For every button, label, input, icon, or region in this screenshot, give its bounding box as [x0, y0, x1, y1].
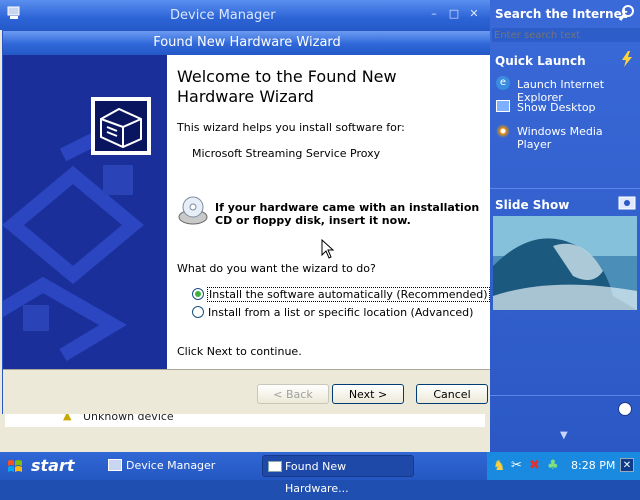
wizard-heading: Welcome to the Found New Hardware Wizard [177, 67, 397, 106]
tools-tray-icon[interactable]: ✂ [511, 458, 522, 473]
continue-text: Click Next to continue. [177, 345, 302, 358]
device-manager-titlebar[interactable]: Device Manager – □ ✕ [0, 0, 490, 30]
radio-install-from-list[interactable] [192, 306, 204, 318]
media-player-icon [496, 124, 510, 138]
task-device-manager[interactable]: Device Manager [104, 455, 254, 477]
wizard-question: What do you want the wizard to do? [177, 262, 376, 275]
wave-photo [493, 216, 637, 310]
divider [490, 395, 640, 396]
hardware-icon [100, 107, 142, 149]
quick-launch-item-media-player[interactable]: Windows Media Player [517, 125, 640, 151]
wizard-titlebar[interactable]: Found New Hardware Wizard [3, 31, 491, 55]
cd-icon [178, 196, 208, 225]
quick-launch-title: Quick Launch [495, 54, 586, 68]
option-install-automatically-label[interactable]: Install the software automatically (Reco… [207, 287, 490, 302]
divider [490, 188, 640, 189]
mouse-cursor-icon [321, 239, 335, 259]
safely-remove-tray-icon[interactable]: ♣ [547, 458, 559, 473]
wizard-content: Welcome to the Found New Hardware Wizard… [167, 55, 491, 369]
desktop-icon [496, 100, 510, 112]
chevron-down-icon[interactable]: ▼ [560, 430, 568, 441]
quick-launch-item-desktop[interactable]: Show Desktop [517, 101, 596, 114]
clock[interactable]: 8:28 PM [571, 459, 615, 472]
device-manager-title: Device Manager [170, 8, 276, 23]
internet-explorer-icon: e [496, 76, 510, 90]
wizard-footer: < Back Next > Cancel [3, 369, 491, 414]
found-new-hardware-wizard: Found New Hardware Wizard Welcome to the… [2, 30, 492, 414]
start-label: start [31, 456, 75, 475]
radio-install-automatically[interactable] [192, 288, 204, 300]
sidebar-panel: Search the Internet Quick Launch e Launc… [490, 0, 640, 452]
wizard-side-banner [3, 55, 167, 369]
close-icon[interactable]: ✕ [620, 458, 634, 472]
device-name: Microsoft Streaming Service Proxy [192, 147, 381, 160]
search-title: Search the Internet [495, 7, 628, 21]
computer-icon [108, 459, 122, 471]
next-button[interactable]: Next > [332, 384, 404, 404]
hardware-tray-icon[interactable]: ♞ [493, 458, 506, 474]
search-icon[interactable] [618, 4, 636, 22]
windows-logo-icon [8, 460, 22, 472]
slide-show-title: Slide Show [495, 198, 570, 212]
close-icon[interactable]: ✕ [468, 8, 480, 20]
cd-note: If your hardware came with an installati… [215, 201, 480, 227]
minimize-icon[interactable]: – [428, 8, 440, 20]
network-tray-icon[interactable]: ✖ [529, 458, 540, 473]
task-device-manager-label: Device Manager [126, 459, 216, 472]
slideshow-icon[interactable] [618, 194, 636, 210]
computer-icon [7, 6, 20, 19]
maximize-icon[interactable]: □ [448, 8, 460, 20]
search-input[interactable] [492, 28, 640, 42]
system-tray: ♞ ✂ ✖ ♣ 8:28 PM ✕ [487, 452, 640, 480]
task-found-new-hardware[interactable]: Found New Hardware... [262, 455, 414, 495]
lightning-icon [622, 51, 632, 67]
window-icon [268, 461, 282, 472]
option-install-from-list-label[interactable]: Install from a list or specific location… [208, 306, 473, 319]
clock-gadget-icon[interactable] [618, 402, 632, 416]
task-found-new-hardware-label: Found New Hardware... [285, 460, 349, 495]
cancel-button[interactable]: Cancel [416, 384, 488, 404]
start-button[interactable]: start [0, 452, 96, 480]
wizard-intro: This wizard helps you install software f… [177, 121, 405, 134]
back-button[interactable]: < Back [257, 384, 329, 404]
